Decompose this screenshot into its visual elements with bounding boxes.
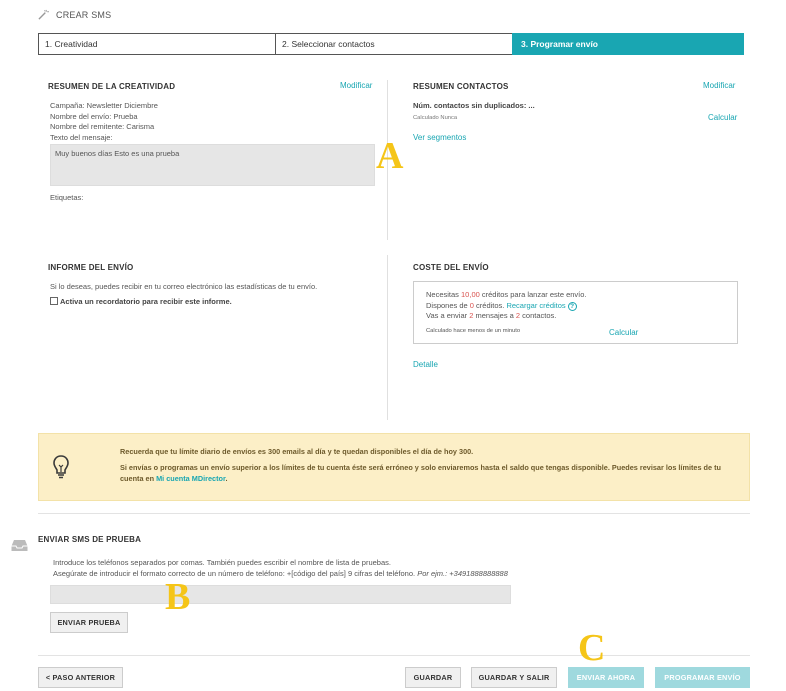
contacts-count-label: Núm. contactos sin duplicados: ... [413,101,535,110]
wizard-steps: 1. Creatividad 2. Seleccionar contactos … [38,33,744,55]
daily-limit-notice: Recuerda que tu límite diario de envíos … [38,433,750,501]
credits-available-line: Dispones de 0 créditos. Recargar crédito… [426,301,725,312]
footer-divider [38,655,750,656]
step-creatividad[interactable]: 1. Creatividad [38,33,283,55]
cost-summary-box: Necesitas 10,00 créditos para lanzar est… [413,281,738,344]
contactos-title: RESUMEN CONTACTOS [413,82,509,91]
previous-step-button[interactable]: < PASO ANTERIOR [38,667,123,688]
step-programar-envio[interactable]: 3. Programar envío [512,33,744,55]
annotation-letter-a: A [376,135,404,177]
cost-detail-link[interactable]: Detalle [413,360,438,369]
credits-needed-suffix: créditos para lanzar este envío. [479,290,587,299]
contactos-modify-link[interactable]: Modificar [703,81,735,90]
credits-needed-value: 10,00 [461,290,480,299]
notice-text: Recuerda que tu límite diario de envíos … [120,446,740,485]
step-label: 2. Seleccionar contactos [282,39,375,49]
my-account-link[interactable]: Mi cuenta MDirector [156,474,225,483]
credits-needed-prefix: Necesitas [426,290,462,299]
help-icon[interactable]: ? [567,301,577,311]
page-header: CREAR SMS [38,9,111,20]
step-label: 1. Creatividad [45,39,98,49]
messages-suffix: contactos. [520,311,557,320]
contacts-calc-status: Calculado Nunca [413,115,458,121]
recharge-credits-link[interactable]: Recargar créditos [506,301,565,310]
cost-calc-status: Calculado hace menos de un minuto [426,328,521,334]
coste-title: COSTE DEL ENVÍO [413,263,489,272]
credits-needed-line: Necesitas 10,00 créditos para lanzar est… [426,290,725,301]
page-title: CREAR SMS [56,9,112,20]
save-and-exit-button[interactable]: GUARDAR Y SALIR [471,667,557,688]
messages-prefix: Vas a enviar [426,311,470,320]
notice-line-3-prefix: cuenta en [120,474,157,483]
creatividad-title: RESUMEN DE LA CREATIVIDAD [48,82,176,91]
test-instructions-2-text: Asegúrate de introducir el formato corre… [53,569,418,578]
test-instructions-2: Asegúrate de introducir el formato corre… [53,569,508,580]
creatividad-details: Campaña: Newsletter Diciembre Nombre del… [50,101,158,143]
send-now-button[interactable]: ENVIAR AHORA [568,667,644,688]
contacts-calc-link[interactable]: Calcular [708,113,737,122]
column-divider [387,255,388,420]
test-phones-input[interactable] [50,585,511,604]
informe-title: INFORME DEL ENVÍO [48,263,134,272]
phone-example: Por ejm.: +3491888888888 [417,569,508,578]
messages-mid: mensajes a [473,311,516,320]
inbox-tray-icon [11,540,28,551]
test-instructions-1: Introduce los teléfonos separados por co… [53,558,391,567]
informe-description: Si lo deseas, puedes recibir en tu corre… [50,282,318,291]
credits-available-suffix: créditos. [473,300,507,310]
reminder-label: Activa un recordatorio para recibir este… [60,297,232,306]
messages-line: Vas a enviar 2 mensajes a 2 contactos. [426,311,725,322]
cost-calc-link[interactable]: Calcular [609,328,638,337]
creatividad-modify-link[interactable]: Modificar [340,81,372,90]
notice-line-2: Si envías o programas un envío superior … [120,462,721,472]
step-label: 3. Programar envío [521,39,599,49]
lightbulb-icon [53,455,69,479]
notice-line-3-suffix: . [225,474,228,483]
message-label: Texto del mensaje: [50,132,113,142]
step-seleccionar-contactos[interactable]: 2. Seleccionar contactos [275,33,520,55]
magic-wand-icon [38,9,49,20]
test-sms-title: ENVIAR SMS DE PRUEBA [38,535,142,544]
section-divider [38,513,750,514]
view-segments-link[interactable]: Ver segmentos [413,133,466,142]
credits-available-prefix: Dispones de [426,300,470,310]
sender-name-text: Nombre del remitente: Carisma [50,122,155,131]
notice-line-3: cuenta en Mi cuenta MDirector. [120,473,740,485]
notice-line-1: Recuerda que tu límite diario de envíos … [120,447,474,456]
reminder-option[interactable]: Activa un recordatorio para recibir este… [50,297,232,308]
save-button[interactable]: GUARDAR [405,667,461,688]
reminder-checkbox[interactable] [50,297,58,305]
annotation-letter-c: C [578,627,606,669]
campaign-text: Campaña: Newsletter Diciembre [50,101,158,110]
send-name-text: Nombre del envío: Prueba [50,111,138,121]
tags-label: Etiquetas: [50,193,84,202]
message-preview: Muy buenos días Esto es una prueba [50,144,375,186]
schedule-send-button[interactable]: PROGRAMAR ENVÍO [655,667,750,688]
send-test-button[interactable]: ENVIAR PRUEBA [50,612,128,633]
annotation-letter-b: B [165,576,191,618]
